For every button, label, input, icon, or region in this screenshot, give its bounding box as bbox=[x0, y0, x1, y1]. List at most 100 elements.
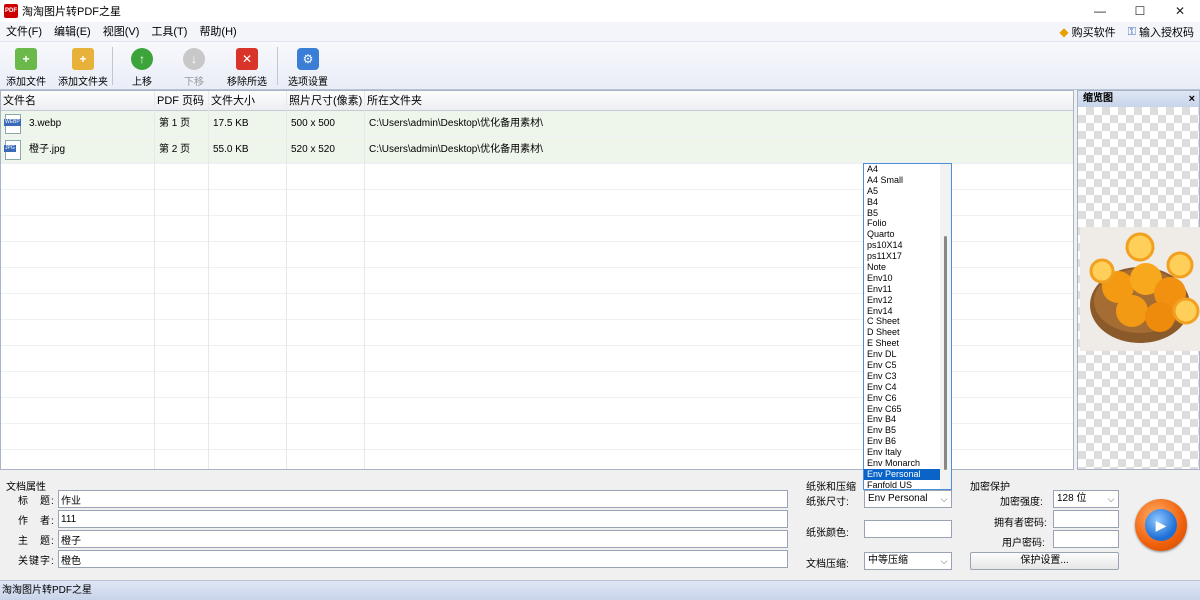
dropdown-option[interactable]: Env11 bbox=[864, 284, 940, 295]
add-file-button[interactable]: + 添加文件 bbox=[6, 42, 46, 90]
dropdown-option[interactable]: E Sheet bbox=[864, 338, 940, 349]
dropdown-option[interactable]: Env DL bbox=[864, 349, 940, 360]
dropdown-option[interactable]: Env10 bbox=[864, 273, 940, 284]
author-input[interactable] bbox=[58, 510, 788, 528]
menu-edit[interactable]: 编辑(E) bbox=[48, 22, 97, 42]
add-folder-label: 添加文件夹 bbox=[58, 77, 108, 88]
dropdown-option[interactable]: Env C3 bbox=[864, 371, 940, 382]
dropdown-option[interactable]: Env Monarch bbox=[864, 458, 940, 469]
encryption-group-title: 加密保护 bbox=[970, 482, 1010, 493]
owner-password-input[interactable] bbox=[1053, 510, 1119, 528]
dropdown-option[interactable]: Env C65 bbox=[864, 404, 940, 415]
protection-settings-button[interactable]: 保护设置... bbox=[970, 552, 1119, 570]
dropdown-option[interactable]: Fanfold US bbox=[864, 480, 940, 489]
dropdown-option[interactable]: Env C4 bbox=[864, 382, 940, 393]
column-header-folder[interactable]: 所在文件夹 bbox=[365, 91, 1073, 110]
encryption-strength-label: 加密强度: bbox=[1000, 497, 1043, 508]
buy-software-link[interactable]: ◆ 购买软件 bbox=[1059, 24, 1115, 40]
subject-row: 主 题: bbox=[18, 530, 788, 548]
dropdown-option[interactable]: B5 bbox=[864, 208, 940, 219]
dropdown-option[interactable]: Env12 bbox=[864, 295, 940, 306]
dropdown-option[interactable]: ps10X14 bbox=[864, 240, 940, 251]
paper-size-dropdown[interactable]: A4 A4 Small A5 B4 B5 Folio Quarto ps10X14 ps11X1… bbox=[863, 163, 952, 490]
menu-tools[interactable]: 工具(T) bbox=[145, 22, 193, 42]
dropdown-option[interactable]: Env B6 bbox=[864, 436, 940, 447]
file-list-header: 文件名 PDF 页码 文件大小 照片尺寸(像素) 所在文件夹 bbox=[1, 91, 1073, 111]
convert-button[interactable]: ▶ bbox=[1135, 499, 1187, 551]
paper-size-label: 纸张尺寸: bbox=[806, 497, 849, 508]
dropdown-option[interactable]: Env B5 bbox=[864, 425, 940, 436]
table-row[interactable]: WEBP 3.webp 第 1 页 17.5 KB 500 x 500 C:\Us… bbox=[1, 111, 1073, 137]
author-label: 作 者: bbox=[18, 515, 55, 527]
column-header-filename[interactable]: 文件名 bbox=[1, 91, 155, 110]
dropdown-option[interactable]: Env Personal bbox=[864, 468, 940, 480]
paper-group-title: 纸张和压缩 bbox=[806, 482, 856, 493]
chevron-down-icon: ⌵ bbox=[940, 494, 948, 504]
encryption-strength-select[interactable]: 128 位 ⌵ bbox=[1053, 490, 1119, 508]
column-header-page[interactable]: PDF 页码 bbox=[155, 91, 209, 110]
orange-thumbnail-image bbox=[1080, 227, 1200, 351]
buy-label: 购买软件 bbox=[1071, 27, 1116, 39]
settings-panel: 文档属性 标 题: 作 者: 主 题: 关键字: 纸张和压缩 纸张尺寸: Env… bbox=[0, 472, 1200, 580]
dropdown-option[interactable]: Quarto bbox=[864, 229, 940, 240]
paper-size-select[interactable]: Env Personal ⌵ bbox=[864, 490, 952, 508]
file-page: 第 2 页 bbox=[155, 137, 209, 162]
dropdown-option[interactable]: D Sheet bbox=[864, 327, 940, 338]
enter-license-link[interactable]: ⚿ 输入授权码 bbox=[1128, 24, 1194, 40]
file-name: 3.webp bbox=[29, 117, 62, 129]
file-folder: C:\Users\admin\Desktop\优化备用素材\ bbox=[369, 117, 543, 129]
user-password-input[interactable] bbox=[1053, 530, 1119, 548]
dropdown-option[interactable]: B4 bbox=[864, 197, 940, 208]
owner-password-label: 拥有者密码: bbox=[994, 518, 1047, 529]
dropdown-option[interactable]: A4 bbox=[864, 164, 940, 175]
column-header-size[interactable]: 文件大小 bbox=[209, 91, 287, 110]
license-label: 输入授权码 bbox=[1139, 27, 1194, 39]
dropdown-option[interactable]: Note bbox=[864, 262, 940, 273]
chevron-down-icon: ⌵ bbox=[940, 556, 948, 566]
add-folder-button[interactable]: + 添加文件夹 bbox=[58, 42, 108, 90]
scrollbar-thumb[interactable] bbox=[944, 236, 947, 470]
move-up-button[interactable]: ↑ 上移 bbox=[131, 42, 153, 90]
table-row[interactable]: JPG 橙子.jpg 第 2 页 55.0 KB 520 x 520 C:\Use… bbox=[1, 137, 1073, 163]
dropdown-option[interactable]: Env C6 bbox=[864, 393, 940, 404]
thumbnail-pane: 缩览图 × bbox=[1077, 90, 1200, 470]
dropdown-option[interactable]: Env Italy bbox=[864, 447, 940, 458]
menu-help[interactable]: 帮助(H) bbox=[193, 22, 242, 42]
remove-selected-button[interactable]: ✕ 移除所选 bbox=[227, 42, 267, 90]
menu-file[interactable]: 文件(F) bbox=[0, 22, 48, 42]
webp-file-icon: WEBP bbox=[4, 113, 21, 134]
title-input[interactable] bbox=[58, 490, 788, 508]
dropdown-option[interactable]: Env C5 bbox=[864, 360, 940, 371]
subject-input[interactable] bbox=[58, 530, 788, 548]
close-icon[interactable]: ✕ bbox=[1160, 0, 1200, 22]
maximize-icon[interactable]: ☐ bbox=[1120, 0, 1160, 22]
file-dimensions: 500 x 500 bbox=[287, 111, 365, 136]
title-label: 标 题: bbox=[18, 495, 55, 507]
dropdown-option[interactable]: Folio bbox=[864, 218, 940, 229]
window-title: 淘淘图片转PDF之星 bbox=[22, 6, 121, 18]
thumbnail-title-label: 缩览图 bbox=[1083, 93, 1113, 104]
arrow-up-icon: ↑ bbox=[131, 48, 153, 70]
dropdown-option[interactable]: A4 Small bbox=[864, 175, 940, 186]
minimize-icon[interactable]: — bbox=[1080, 0, 1120, 22]
thumbnail-title: 缩览图 × bbox=[1078, 91, 1199, 107]
compression-select[interactable]: 中等压缩 ⌵ bbox=[864, 552, 952, 570]
paper-color-picker[interactable] bbox=[864, 520, 952, 538]
file-size: 17.5 KB bbox=[209, 111, 287, 136]
dropdown-scrollbar[interactable] bbox=[940, 164, 951, 489]
paper-size-options: A4 A4 Small A5 B4 B5 Folio Quarto ps10X14 ps11X1… bbox=[864, 164, 940, 489]
user-password-label: 用户密码: bbox=[1002, 538, 1045, 549]
menu-view[interactable]: 视图(V) bbox=[97, 22, 146, 42]
dropdown-option[interactable]: ps11X17 bbox=[864, 251, 940, 262]
dropdown-option[interactable]: Env14 bbox=[864, 306, 940, 317]
move-up-label: 上移 bbox=[132, 77, 152, 88]
keywords-input[interactable] bbox=[58, 550, 788, 568]
column-header-dimensions[interactable]: 照片尺寸(像素) bbox=[287, 91, 365, 110]
add-file-icon: + bbox=[15, 48, 37, 70]
dropdown-option[interactable]: C Sheet bbox=[864, 316, 940, 327]
move-down-button[interactable]: ↓ 下移 bbox=[183, 42, 205, 90]
dropdown-option[interactable]: Env B4 bbox=[864, 414, 940, 425]
options-button[interactable]: ⚙ 选项设置 bbox=[288, 42, 328, 90]
dropdown-option[interactable]: A5 bbox=[864, 186, 940, 197]
close-icon[interactable]: × bbox=[1189, 91, 1195, 107]
